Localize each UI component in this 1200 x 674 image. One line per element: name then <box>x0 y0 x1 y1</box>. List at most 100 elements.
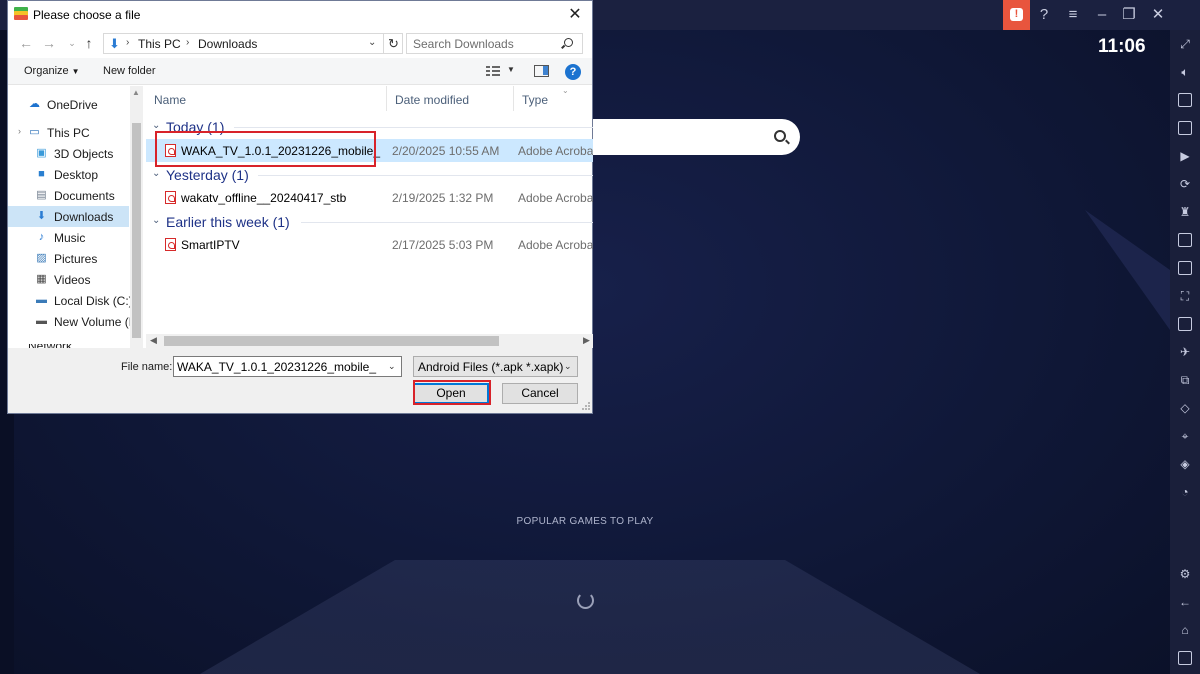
breadcrumb-downloads[interactable]: Downloads <box>198 37 257 51</box>
nav-item-local-disk[interactable]: ▬ Local Disk (C:) <box>8 290 133 311</box>
chevron-down-icon[interactable]: ⌄ <box>152 168 160 179</box>
chevron-down-icon[interactable]: ⌄ <box>368 37 376 48</box>
search-icon[interactable] <box>564 38 573 47</box>
scroll-left-icon[interactable]: ◀ <box>150 335 157 346</box>
chevron-right-icon[interactable]: › <box>126 37 129 48</box>
nav-item-this-pc[interactable]: › ▭ This PC <box>8 122 129 143</box>
location-icon[interactable]: ⌖ <box>1178 429 1192 443</box>
close-icon[interactable]: ✕ <box>1144 0 1172 30</box>
macro-icon[interactable]: ▶ <box>1178 149 1192 163</box>
back-icon[interactable]: ← <box>1178 595 1192 609</box>
chevron-down-icon[interactable]: ⌄ <box>152 120 160 131</box>
bluestacks-sidebar: ⤢ 🔈︎ ▶ ⟳ ♜ ⛶ ✈ ⧉ ◇ ⌖ ◈ ◔ ⚙ ← ⌂ <box>1170 30 1200 674</box>
file-row-wakatv-offline[interactable]: wakatv_offline__20240417_stb 2/19/2025 1… <box>146 186 593 209</box>
file-row-smartiptv[interactable]: SmartIPTV 2/17/2025 5:03 PM Adobe Acroba… <box>146 233 593 256</box>
nav-item-videos[interactable]: ▦ Videos <box>8 269 129 290</box>
chevron-right-icon[interactable]: › <box>186 37 189 48</box>
column-header-date[interactable]: Date modified <box>387 86 514 111</box>
address-bar[interactable]: ⬇ › This PC › Downloads ⌄ ↻ <box>103 33 403 54</box>
recent-apps-icon[interactable] <box>1178 651 1192 665</box>
airplane-icon[interactable]: ✈ <box>1178 345 1192 359</box>
group-divider <box>234 127 593 128</box>
apk-icon[interactable] <box>1178 233 1192 247</box>
restore-icon[interactable]: ❐ <box>1115 0 1143 30</box>
search-icon[interactable] <box>774 130 786 142</box>
help-icon[interactable]: ? <box>565 64 581 80</box>
file-name: wakatv_offline__20240417_stb <box>181 191 347 205</box>
cancel-button[interactable]: Cancel <box>502 383 578 404</box>
nav-item-pictures[interactable]: ▨ Pictures <box>8 248 129 269</box>
multi-instance-icon[interactable]: ⧉ <box>1178 373 1192 387</box>
resize-grip-icon[interactable] <box>581 401 591 411</box>
resize-icon[interactable]: ⛶ <box>1178 289 1192 303</box>
scroll-up-icon[interactable]: ▲ <box>132 88 140 97</box>
menu-icon[interactable]: ≡ <box>1059 0 1087 30</box>
organize-button[interactable]: Organize ▼ <box>24 65 80 77</box>
help-icon[interactable]: ? <box>1030 0 1058 30</box>
nav-item-onedrive[interactable]: ☁ OneDrive <box>8 94 129 115</box>
download-icon: ⬇ <box>36 210 47 222</box>
caret-down-icon: ▼ <box>71 67 80 76</box>
nav-item-3d-objects[interactable]: ▣ 3D Objects <box>8 143 129 164</box>
scroll-thumb[interactable] <box>164 336 499 346</box>
controller-icon[interactable]: ♜ <box>1178 205 1192 219</box>
media-folder-icon[interactable] <box>1178 317 1192 331</box>
refresh-icon[interactable]: ↻ <box>383 34 403 53</box>
column-header-type[interactable]: Type <box>514 86 593 111</box>
highlight-box-open-button <box>413 380 491 405</box>
game-search-bar[interactable] <box>590 119 800 155</box>
group-header-yesterday[interactable]: ⌄ Yesterday (1) <box>146 166 593 184</box>
keyboard-icon[interactable] <box>1178 121 1192 135</box>
scroll-right-icon[interactable]: ▶ <box>583 335 590 346</box>
caret-down-icon[interactable]: ▼ <box>507 65 515 74</box>
nav-scrollbar[interactable]: ▲ <box>130 86 143 348</box>
rotate-icon[interactable]: ⟳ <box>1178 177 1192 191</box>
nav-item-music[interactable]: ♪ Music <box>8 227 129 248</box>
nav-item-label: Pictures <box>54 252 98 266</box>
settings-icon[interactable]: ⚙ <box>1178 567 1192 581</box>
sync-icon[interactable]: ◔ <box>1178 485 1192 499</box>
nav-item-new-volume[interactable]: ▬ New Volume (F <box>8 311 136 332</box>
breadcrumb-this-pc[interactable]: This PC <box>138 37 181 51</box>
file-name: SmartIPTV <box>181 238 240 252</box>
recent-locations-icon[interactable]: ⌄ <box>64 34 80 52</box>
preview-pane-icon[interactable] <box>534 65 549 77</box>
horizontal-scrollbar[interactable]: ◀ ▶ <box>146 334 593 348</box>
view-options-icon[interactable] <box>486 65 500 77</box>
music-icon: ♪ <box>38 231 45 243</box>
file-type-filter[interactable]: Android Files (*.apk *.xapk) ⌄ <box>413 356 578 377</box>
up-arrow-icon[interactable]: ↑ <box>81 34 97 52</box>
group-header-earlier-this-week[interactable]: ⌄ Earlier this week (1) <box>146 213 593 231</box>
search-box[interactable] <box>406 33 583 54</box>
close-icon[interactable]: ✕ <box>564 4 586 26</box>
file-date: 2/17/2025 5:03 PM <box>392 238 494 252</box>
chevron-down-icon[interactable]: ⌄ <box>388 361 396 372</box>
chevron-down-icon[interactable]: ⌄ <box>152 215 160 226</box>
chevron-down-icon[interactable]: ⌄ <box>564 361 572 372</box>
nav-item-desktop[interactable]: ■ Desktop <box>8 164 129 185</box>
nav-item-label: Local Disk (C:) <box>54 294 133 308</box>
chevron-right-icon[interactable]: › <box>18 126 21 136</box>
nav-item-downloads[interactable]: ⬇ Downloads <box>8 206 129 227</box>
home-icon[interactable]: ⌂ <box>1178 623 1192 637</box>
nav-item-documents[interactable]: ▤ Documents <box>8 185 129 206</box>
alert-button[interactable]: ! <box>1003 0 1030 30</box>
new-folder-button[interactable]: New folder <box>103 65 156 77</box>
volume-icon[interactable]: 🔈︎ <box>1178 65 1192 79</box>
eco-mode-icon[interactable]: ◇ <box>1178 401 1192 415</box>
file-type-filter-value: Android Files (*.apk *.xapk) <box>418 360 564 374</box>
minimize-icon[interactable]: – <box>1088 0 1116 30</box>
screenshot-icon[interactable] <box>1178 261 1192 275</box>
video-icon[interactable] <box>1178 93 1192 107</box>
scroll-thumb[interactable] <box>132 123 141 338</box>
dialog-titlebar[interactable]: Please choose a file ✕ <box>8 1 592 29</box>
chevron-down-icon: ⌄ <box>562 86 569 95</box>
back-arrow-icon[interactable]: ← <box>18 34 34 52</box>
expand-icon[interactable]: ⤢ <box>1178 37 1192 51</box>
layers-icon[interactable]: ◈ <box>1178 457 1192 471</box>
nav-item-label: This PC <box>47 126 90 140</box>
file-name-field[interactable]: WAKA_TV_1.0.1_20231226_mobile_ ⌄ <box>173 356 402 377</box>
column-header-name[interactable]: Name <box>146 86 387 111</box>
search-input[interactable] <box>413 36 558 51</box>
forward-arrow-icon[interactable]: → <box>41 34 57 52</box>
